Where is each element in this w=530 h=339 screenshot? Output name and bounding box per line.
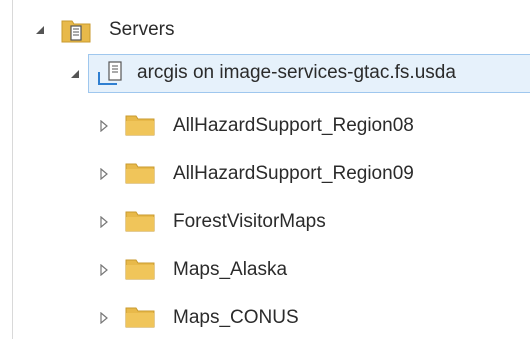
tree-node-label: AllHazardSupport_Region09 <box>173 163 414 184</box>
tree-node-label: Maps_CONUS <box>173 307 299 328</box>
folder-icon <box>125 162 155 189</box>
tree-node-folder[interactable]: ForestVisitorMaps <box>13 202 530 242</box>
collapse-triangle-icon[interactable] <box>68 67 82 81</box>
tree-node-label: ForestVisitorMaps <box>173 211 326 232</box>
expand-triangle-icon[interactable] <box>97 263 111 277</box>
tree-node-folder[interactable]: Maps_Alaska <box>13 250 530 290</box>
tree-node-folder[interactable]: Maps_CONUS <box>13 298 530 338</box>
tree-node-label: Maps_Alaska <box>173 259 288 280</box>
expand-triangle-icon[interactable] <box>97 119 111 133</box>
tree-node-label: AllHazardSupport_Region08 <box>173 115 414 136</box>
expand-triangle-icon[interactable] <box>97 215 111 229</box>
expand-triangle-icon[interactable] <box>97 311 111 325</box>
tree-node-folder[interactable]: AllHazardSupport_Region08 <box>13 106 530 146</box>
tree-node-servers[interactable]: Servers <box>13 10 530 50</box>
collapse-triangle-icon[interactable] <box>33 23 47 37</box>
tree-node-label: arcgis on image-services-gtac.fs.usda <box>137 62 456 83</box>
expand-triangle-icon[interactable] <box>97 167 111 181</box>
server-connection-icon <box>97 60 129 93</box>
folder-icon <box>125 210 155 237</box>
tree-node-server-connection[interactable]: arcgis on image-services-gtac.fs.usda <box>88 54 530 93</box>
tree-node-folder[interactable]: AllHazardSupport_Region09 <box>13 154 530 194</box>
folder-icon <box>125 114 155 141</box>
folder-icon <box>125 306 155 333</box>
tree-node-label: Servers <box>109 19 175 40</box>
catalog-tree-pane: Servers arcgis on image-services-gtac.fs… <box>12 0 530 339</box>
server-folder-icon <box>61 17 91 48</box>
folder-icon <box>125 258 155 285</box>
